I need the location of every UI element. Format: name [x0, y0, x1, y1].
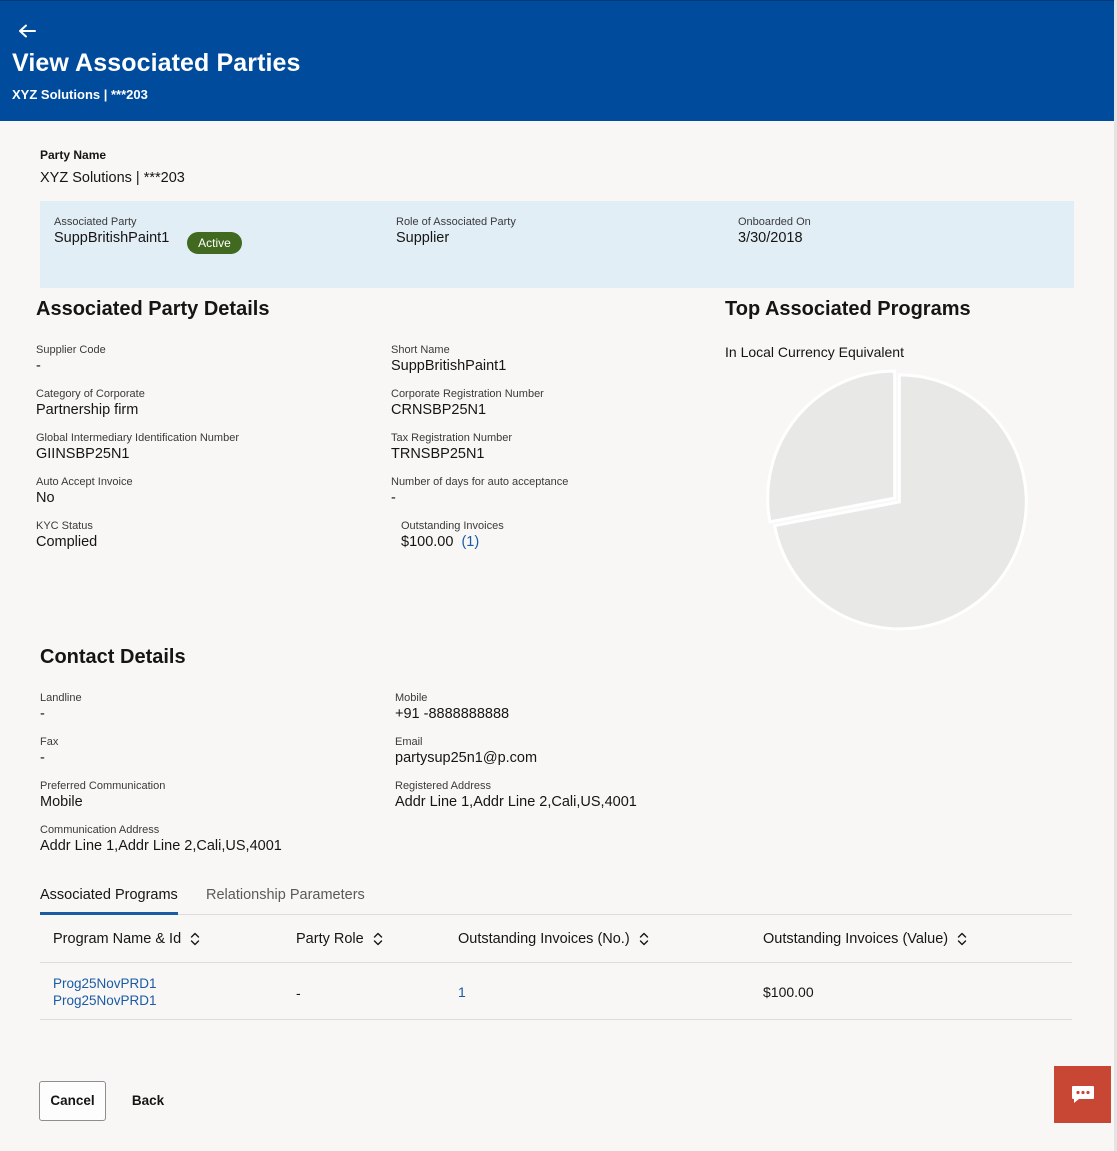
cancel-button[interactable]: Cancel: [39, 1081, 106, 1121]
column-header-program[interactable]: Program Name & Id: [53, 931, 200, 947]
contact-section-title: Contact Details: [40, 646, 186, 668]
email-label: Email: [395, 736, 423, 748]
top-programs-title: Top Associated Programs: [725, 298, 971, 320]
top-programs-subtitle: In Local Currency Equivalent: [725, 344, 904, 360]
outstanding-amount: $100.00: [401, 534, 454, 550]
outstanding-invoices-label: Outstanding Invoices: [401, 520, 504, 532]
giin-value: GIINSBP25N1: [36, 446, 130, 462]
page-title: View Associated Parties: [12, 49, 301, 77]
category-value: Partnership firm: [36, 402, 139, 418]
preferred-communication-value: Mobile: [40, 794, 83, 810]
mobile-value: +91 -8888888888: [395, 706, 510, 722]
kyc-status-value: Complied: [36, 534, 98, 550]
auto-accept-label: Auto Accept Invoice: [36, 476, 133, 488]
back-button[interactable]: Back: [126, 1081, 170, 1121]
tab-divider: [40, 914, 1072, 915]
supplier-code-label: Supplier Code: [36, 344, 106, 356]
column-header-party-role[interactable]: Party Role: [296, 931, 383, 947]
page-subtitle: XYZ Solutions | ***203: [12, 87, 148, 102]
onboarded-label: Onboarded On: [738, 216, 811, 228]
column-header-party-role-label: Party Role: [296, 931, 364, 947]
programs-pie-chart: [766, 369, 1028, 631]
party-name-value: XYZ Solutions | ***203: [40, 170, 185, 186]
landline-label: Landline: [40, 692, 82, 704]
column-header-invoices-value-label: Outstanding Invoices (Value): [763, 931, 949, 947]
giin-label: Global Intermediary Identification Numbe…: [36, 432, 239, 444]
page-header: View Associated Parties XYZ Solutions | …: [0, 0, 1114, 121]
associated-party-label: Associated Party: [54, 216, 137, 228]
chat-button[interactable]: [1054, 1066, 1111, 1123]
corp-reg-label: Corporate Registration Number: [391, 388, 544, 400]
tab-associated-programs[interactable]: Associated Programs: [40, 887, 178, 903]
active-tab-indicator: [40, 912, 178, 915]
supplier-code-value: -: [36, 358, 41, 374]
outstanding-invoices-value: $100.00 (1): [401, 534, 479, 550]
sort-icon: [373, 932, 382, 946]
preferred-communication-label: Preferred Communication: [40, 780, 166, 792]
status-badge: Active: [187, 232, 242, 254]
column-header-invoices-no[interactable]: Outstanding Invoices (No.): [458, 931, 649, 947]
sort-icon: [957, 932, 967, 946]
column-header-program-label: Program Name & Id: [53, 931, 182, 947]
column-header-invoices-no-label: Outstanding Invoices (No.): [458, 931, 630, 947]
outstanding-count-link[interactable]: (1): [461, 534, 479, 550]
registered-address-label: Registered Address: [395, 780, 491, 792]
invoices-count-link[interactable]: 1: [458, 984, 466, 1000]
days-auto-value: -: [391, 490, 396, 506]
fax-label: Fax: [40, 736, 59, 748]
category-label: Category of Corporate: [36, 388, 145, 400]
registered-address-value: Addr Line 1,Addr Line 2,Cali,US,4001: [395, 794, 637, 810]
mobile-label: Mobile: [395, 692, 428, 704]
role-value: Supplier: [396, 230, 450, 246]
table-row-divider: [40, 1019, 1072, 1020]
fax-value: -: [40, 750, 45, 766]
table-header-divider: [40, 962, 1072, 963]
party-name-label: Party Name: [40, 148, 107, 162]
details-section-title: Associated Party Details: [36, 298, 270, 320]
tax-reg-label: Tax Registration Number: [391, 432, 513, 444]
short-name-label: Short Name: [391, 344, 450, 356]
back-arrow-icon[interactable]: [18, 21, 40, 41]
communication-address-label: Communication Address: [40, 824, 160, 836]
column-header-invoices-value[interactable]: Outstanding Invoices (Value): [763, 931, 967, 947]
tax-reg-value: TRNSBP25N1: [391, 446, 485, 462]
days-auto-label: Number of days for auto acceptance: [391, 476, 569, 488]
sort-icon: [190, 932, 200, 946]
party-role-cell: -: [296, 985, 301, 1001]
email-value: partysup25n1@p.com: [395, 750, 538, 766]
pie-slice[interactable]: [766, 369, 897, 524]
chat-icon: [1071, 1085, 1094, 1103]
kyc-status-label: KYC Status: [36, 520, 93, 532]
short-name-value: SuppBritishPaint1: [391, 358, 507, 374]
communication-address-value: Addr Line 1,Addr Line 2,Cali,US,4001: [40, 838, 282, 854]
onboarded-value: 3/30/2018: [738, 230, 803, 246]
associated-party-value: SuppBritishPaint1: [54, 230, 170, 246]
corp-reg-value: CRNSBP25N1: [391, 402, 487, 418]
program-name-link[interactable]: Prog25NovPRD1: [53, 976, 157, 991]
sort-icon: [639, 932, 648, 946]
program-id-link[interactable]: Prog25NovPRD1: [53, 993, 157, 1008]
invoices-value-cell: $100.00: [763, 984, 814, 1000]
landline-value: -: [40, 706, 45, 722]
role-label: Role of Associated Party: [396, 216, 516, 228]
auto-accept-value: No: [36, 490, 55, 506]
tab-relationship-parameters[interactable]: Relationship Parameters: [206, 887, 365, 903]
